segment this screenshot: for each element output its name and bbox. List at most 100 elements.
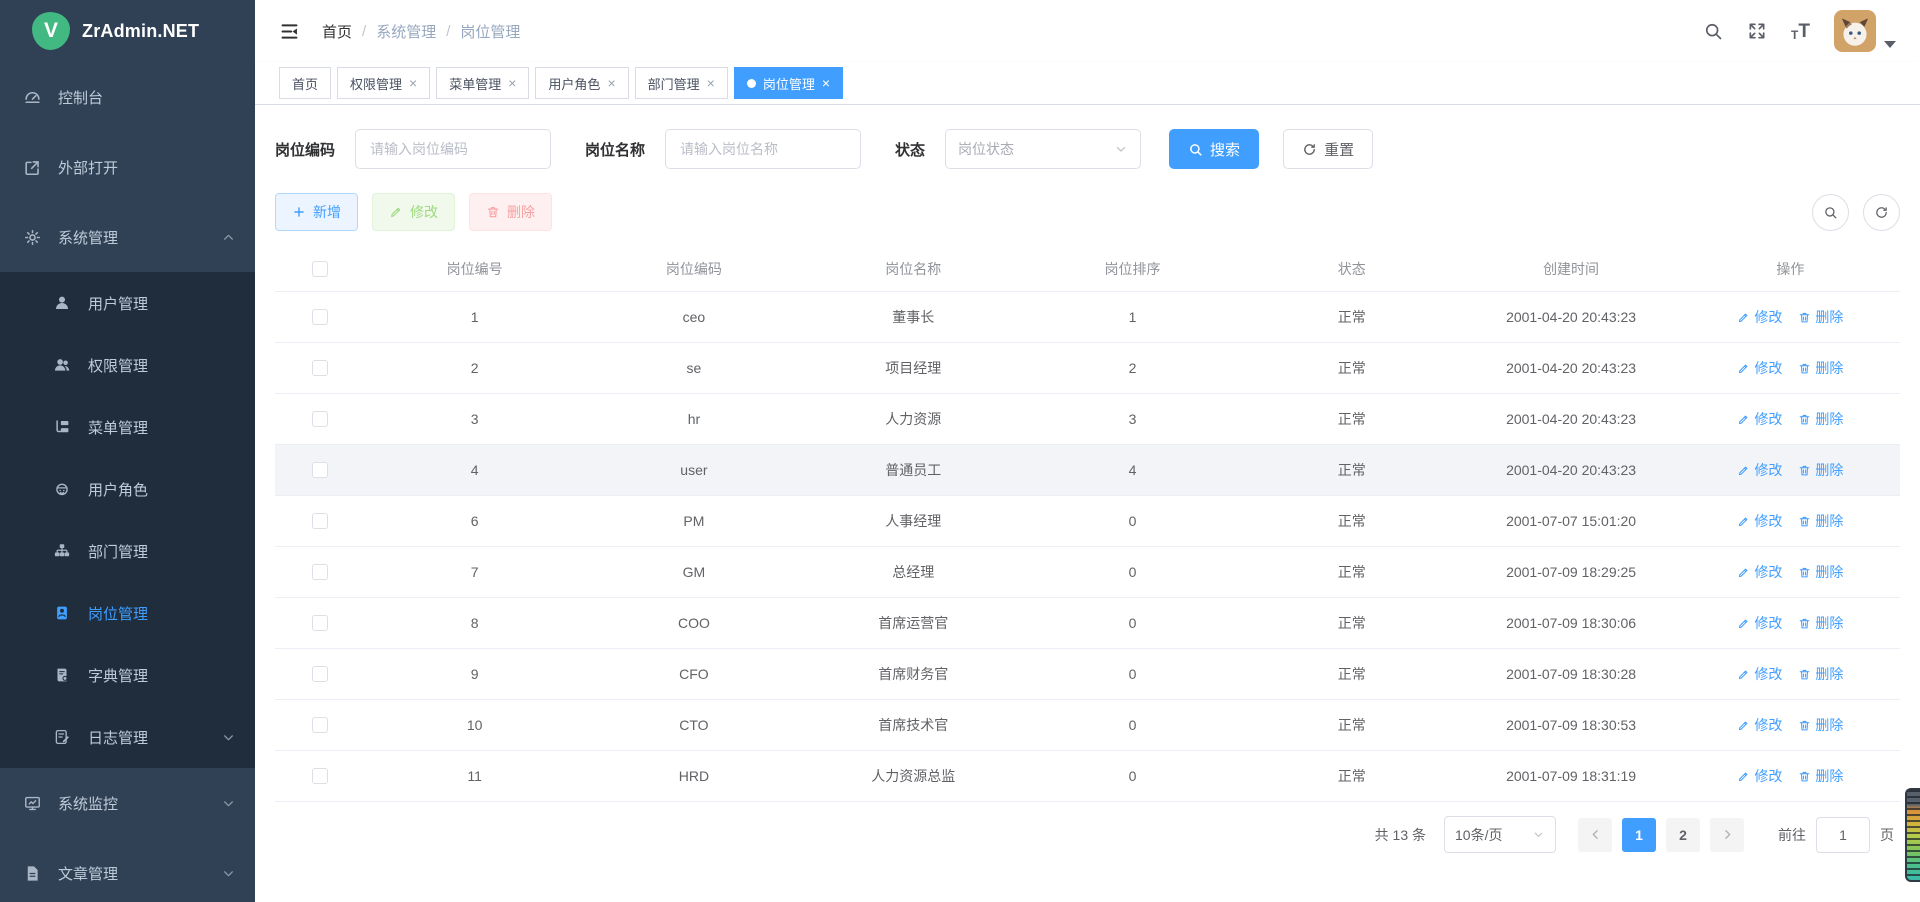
row-checkbox[interactable]	[312, 462, 328, 478]
refresh-table-button[interactable]	[1863, 194, 1900, 231]
fullscreen-icon[interactable]	[1747, 21, 1767, 41]
breadcrumb-home[interactable]: 首页	[322, 21, 352, 42]
sidebar-item-user-management[interactable]: 用户管理	[0, 272, 255, 334]
row-checkbox[interactable]	[312, 768, 328, 784]
row-checkbox[interactable]	[312, 513, 328, 529]
sidebar-item-user-roles[interactable]: 用户角色	[0, 458, 255, 520]
sidebar-item-dashboard[interactable]: 控制台	[0, 62, 255, 132]
row-checkbox[interactable]	[312, 717, 328, 733]
row-edit-link[interactable]: 修改	[1737, 307, 1782, 327]
prev-page-button[interactable]	[1578, 818, 1612, 852]
row-delete-link[interactable]: 删除	[1798, 562, 1843, 582]
row-edit-link[interactable]: 修改	[1737, 460, 1782, 480]
user-menu[interactable]	[1834, 10, 1896, 52]
cell-post-code: HRD	[584, 768, 803, 784]
tab-post[interactable]: 岗位管理×	[734, 67, 843, 99]
status-select[interactable]: 岗位状态	[945, 129, 1141, 169]
tab-department[interactable]: 部门管理×	[635, 67, 728, 99]
row-edit-link[interactable]: 修改	[1737, 511, 1782, 531]
table-row[interactable]: 11 HRD 人力资源总监 0 正常 2001-07-09 18:31:19 修…	[275, 751, 1900, 802]
close-icon[interactable]: ×	[508, 76, 516, 90]
sidebar-item-log-management[interactable]: 日志管理	[0, 706, 255, 768]
row-delete-link[interactable]: 删除	[1798, 511, 1843, 531]
toggle-search-button[interactable]	[1812, 194, 1849, 231]
cell-post-sort: 0	[1023, 564, 1242, 580]
row-delete-link[interactable]: 删除	[1798, 307, 1843, 327]
cell-post-sort: 0	[1023, 717, 1242, 733]
row-checkbox[interactable]	[312, 309, 328, 325]
trash-icon	[1798, 464, 1811, 477]
next-page-button[interactable]	[1710, 818, 1744, 852]
row-delete-link[interactable]: 删除	[1798, 766, 1843, 786]
page-size-select[interactable]: 10条/页	[1444, 816, 1556, 853]
page-button-2[interactable]: 2	[1666, 818, 1700, 852]
row-delete-link[interactable]: 删除	[1798, 460, 1843, 480]
row-checkbox[interactable]	[312, 360, 328, 376]
chevron-down-icon	[222, 731, 235, 744]
row-delete-link[interactable]: 删除	[1798, 715, 1843, 735]
row-edit-link[interactable]: 修改	[1737, 664, 1782, 684]
row-delete-link[interactable]: 删除	[1798, 409, 1843, 429]
sidebar-item-external-open[interactable]: 外部打开	[0, 132, 255, 202]
row-checkbox[interactable]	[312, 615, 328, 631]
row-edit-link[interactable]: 修改	[1737, 715, 1782, 735]
row-checkbox[interactable]	[312, 564, 328, 580]
search-icon	[1188, 142, 1203, 157]
tab-home[interactable]: 首页	[279, 67, 331, 99]
row-edit-link[interactable]: 修改	[1737, 358, 1782, 378]
table-row[interactable]: 8 COO 首席运营官 0 正常 2001-07-09 18:30:06 修改 …	[275, 598, 1900, 649]
pencil-icon	[1737, 515, 1750, 528]
close-icon[interactable]: ×	[607, 76, 615, 90]
sidebar-item-system-management[interactable]: 系统管理	[0, 202, 255, 272]
post-name-input[interactable]	[665, 129, 861, 169]
font-size-icon[interactable]: TT	[1791, 22, 1810, 41]
table-row[interactable]: 1 ceo 董事长 1 正常 2001-04-20 20:43:23 修改 删除	[275, 292, 1900, 343]
caret-down-icon	[1884, 41, 1896, 48]
table-row[interactable]: 6 PM 人事经理 0 正常 2001-07-07 15:01:20 修改 删除	[275, 496, 1900, 547]
row-delete-link[interactable]: 删除	[1798, 664, 1843, 684]
app-logo[interactable]: V ZrAdmin.NET	[0, 0, 255, 62]
search-icon[interactable]	[1703, 21, 1723, 41]
sidebar-item-permission-management[interactable]: 权限管理	[0, 334, 255, 396]
edit-button[interactable]: 修改	[372, 193, 455, 231]
delete-button[interactable]: 删除	[469, 193, 552, 231]
row-edit-link[interactable]: 修改	[1737, 409, 1782, 429]
sidebar-item-post-management[interactable]: 岗位管理	[0, 582, 255, 644]
sidebar-item-article-management[interactable]: 文章管理	[0, 838, 255, 902]
sidebar-item-department-management[interactable]: 部门管理	[0, 520, 255, 582]
tab-permission[interactable]: 权限管理×	[337, 67, 430, 99]
row-delete-link[interactable]: 删除	[1798, 358, 1843, 378]
sidebar-item-dictionary-management[interactable]: 字典管理	[0, 644, 255, 706]
post-code-input[interactable]	[355, 129, 551, 169]
row-checkbox[interactable]	[312, 411, 328, 427]
reset-button[interactable]: 重置	[1283, 129, 1373, 169]
table-row[interactable]: 4 user 普通员工 4 正常 2001-04-20 20:43:23 修改 …	[275, 445, 1900, 496]
table-row[interactable]: 7 GM 总经理 0 正常 2001-07-09 18:29:25 修改 删除	[275, 547, 1900, 598]
table-row[interactable]: 9 CFO 首席财务官 0 正常 2001-07-09 18:30:28 修改 …	[275, 649, 1900, 700]
sidebar-item-system-monitor[interactable]: 系统监控	[0, 768, 255, 838]
row-checkbox[interactable]	[312, 666, 328, 682]
table-body: 1 ceo 董事长 1 正常 2001-04-20 20:43:23 修改 删除	[275, 292, 1900, 802]
table-row[interactable]: 2 se 项目经理 2 正常 2001-04-20 20:43:23 修改 删除	[275, 343, 1900, 394]
row-edit-link[interactable]: 修改	[1737, 613, 1782, 633]
table-row[interactable]: 3 hr 人力资源 3 正常 2001-04-20 20:43:23 修改 删除	[275, 394, 1900, 445]
row-edit-link[interactable]: 修改	[1737, 562, 1782, 582]
sidebar-item-label: 日志管理	[88, 727, 206, 748]
cell-post-sort: 0	[1023, 768, 1242, 784]
tab-user-role[interactable]: 用户角色×	[535, 67, 628, 99]
close-icon[interactable]: ×	[707, 76, 715, 90]
sidebar-item-menu-management[interactable]: 菜单管理	[0, 396, 255, 458]
close-icon[interactable]: ×	[409, 76, 417, 90]
sidebar-toggle-icon[interactable]	[279, 21, 300, 42]
table-row[interactable]: 10 CTO 首席技术官 0 正常 2001-07-09 18:30:53 修改…	[275, 700, 1900, 751]
row-edit-link[interactable]: 修改	[1737, 766, 1782, 786]
page-button-1[interactable]: 1	[1622, 818, 1656, 852]
select-all-checkbox[interactable]	[312, 261, 328, 277]
tab-menu[interactable]: 菜单管理×	[436, 67, 529, 99]
sidebar-item-label: 控制台	[58, 87, 235, 108]
goto-page-input[interactable]	[1816, 817, 1870, 853]
row-delete-link[interactable]: 删除	[1798, 613, 1843, 633]
add-button[interactable]: 新增	[275, 193, 358, 231]
search-button[interactable]: 搜索	[1169, 129, 1259, 169]
close-icon[interactable]: ×	[822, 76, 830, 90]
